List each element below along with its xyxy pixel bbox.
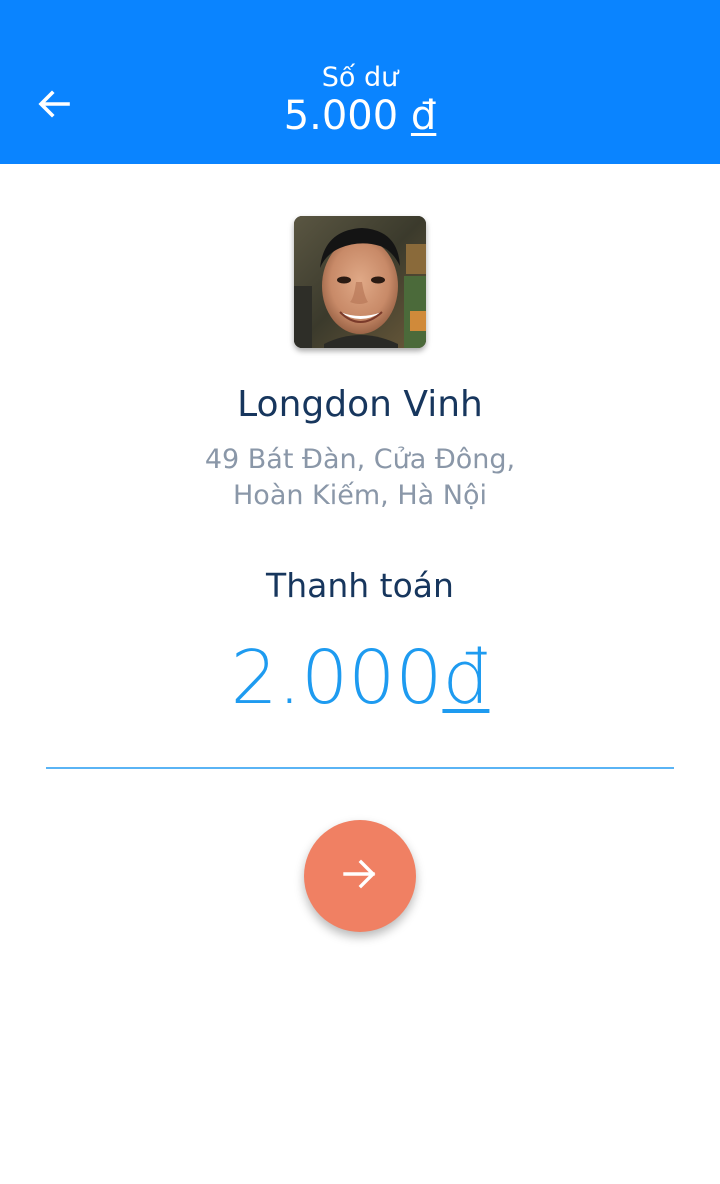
merchant-address: 49 Bát Đàn, Cửa Đông, Hoàn Kiếm, Hà Nội: [160, 442, 560, 514]
merchant-name: Longdon Vinh: [237, 384, 483, 425]
header-bar: Số dư 5.000 đ: [0, 0, 720, 164]
submit-button[interactable]: [304, 820, 416, 932]
balance-currency: đ: [410, 93, 437, 139]
amount-input-underline: [46, 767, 674, 769]
balance-amount-row: 5.000 đ: [0, 90, 720, 142]
avatar: [294, 216, 426, 348]
arrow-right-icon: [339, 853, 381, 899]
payment-screen: Số dư 5.000 đ Longdon Vinh 49 Bát Đàn, C…: [0, 0, 720, 1184]
balance-amount: 5.000: [283, 93, 399, 139]
amount-currency: đ: [442, 635, 490, 721]
address-line-1: 49 Bát Đàn, Cửa Đông,: [204, 444, 516, 475]
address-line-2: Hoàn Kiếm, Hà Nội: [233, 480, 487, 511]
payment-label: Thanh toán: [266, 566, 454, 605]
amount-input[interactable]: 2.000đ: [0, 632, 720, 724]
amount-value: 2.000: [230, 635, 443, 721]
